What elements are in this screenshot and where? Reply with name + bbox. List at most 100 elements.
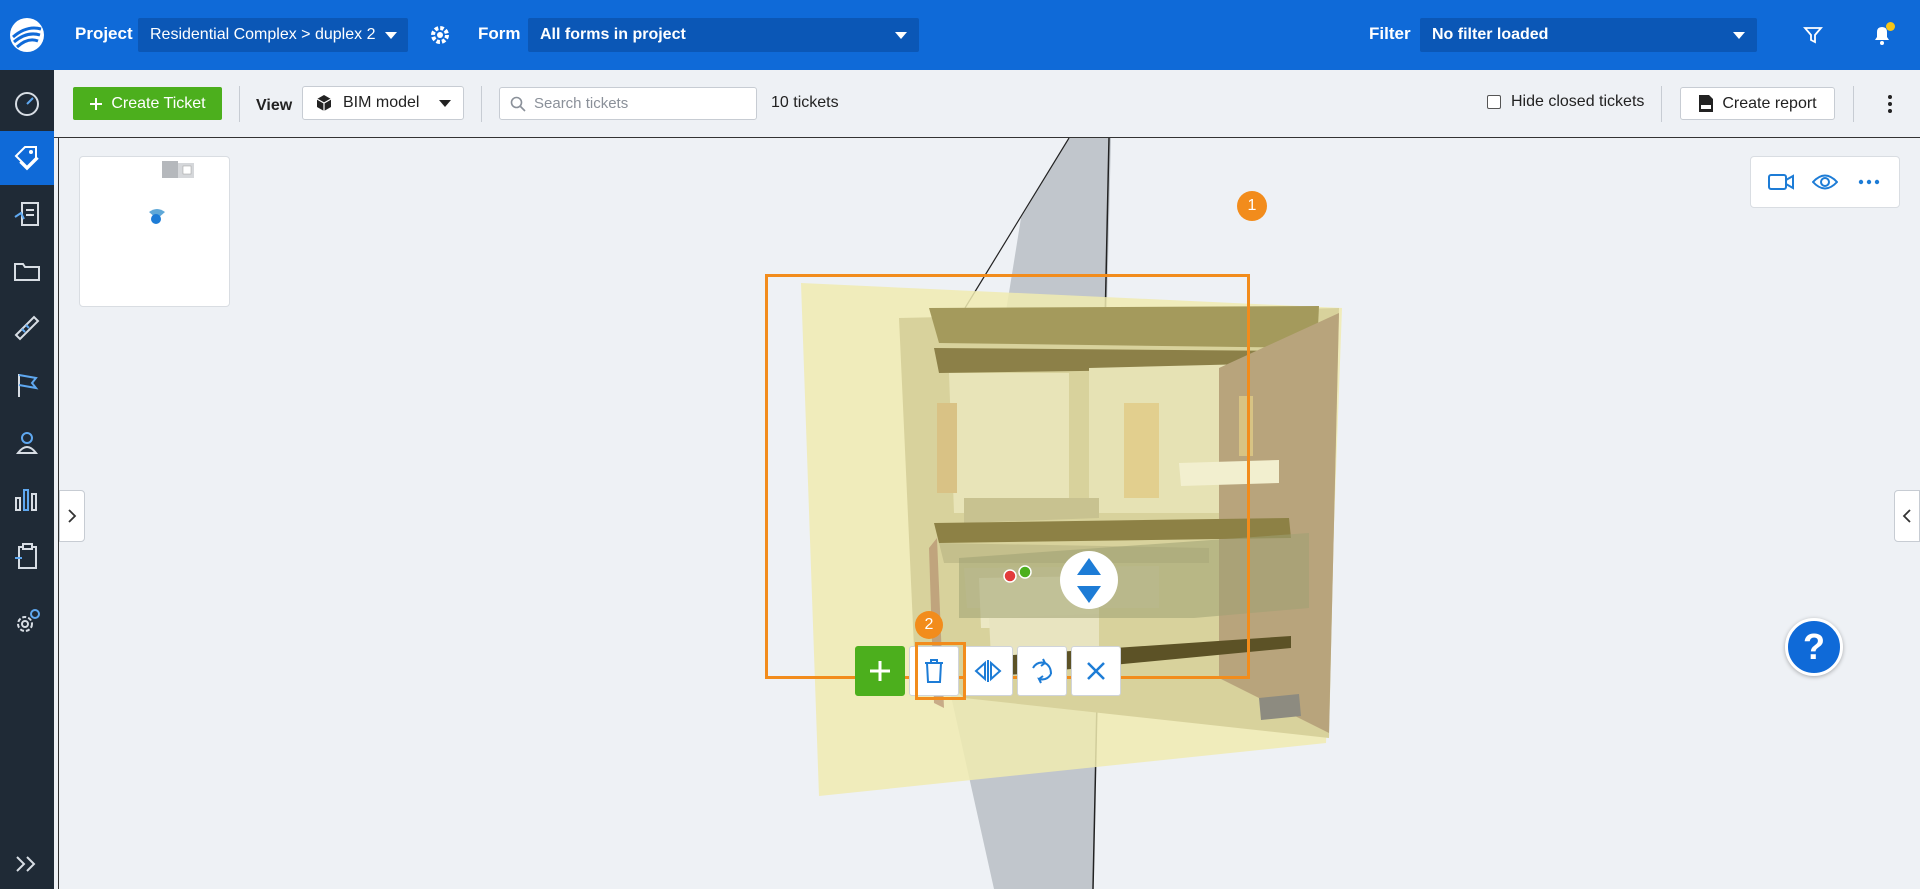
sidebar-item-tickets[interactable] [0,131,54,185]
sidebar-item-forms[interactable] [0,187,54,241]
funnel-icon [1803,27,1823,44]
eye-icon [1812,174,1838,190]
project-settings-button[interactable] [425,20,455,50]
callout-badge-1: 1 [1237,191,1267,221]
section-box-tools [855,646,1121,696]
form-select[interactable]: All forms in project [528,18,919,52]
chevron-left-icon [1902,509,1911,523]
toolbar-divider [239,86,240,122]
create-ticket-button[interactable]: Create Ticket [73,87,222,120]
create-ticket-label: Create Ticket [111,94,206,112]
ticket-count: 10 tickets [771,94,839,111]
notifications-button[interactable] [1867,20,1897,50]
help-button[interactable]: ? [1785,618,1843,676]
chevron-down-icon [439,99,451,107]
sidebar-item-dashboard[interactable] [0,77,54,131]
flip-icon [974,660,1002,682]
camera-button[interactable] [1766,167,1796,197]
reports-icon [15,489,37,511]
sidebar-item-checklists[interactable] [0,529,54,583]
toolbar-divider [1661,86,1662,122]
logo-icon [10,18,44,52]
settings-icon [17,609,40,632]
pdf-file-icon [1699,95,1714,112]
filter-button[interactable] [1798,20,1828,50]
sidebar-item-settings[interactable] [0,594,54,648]
gear-icon [431,26,449,44]
app-logo[interactable] [0,0,54,70]
search-box [499,87,757,120]
filter-label: Filter [1369,24,1411,43]
create-report-button[interactable]: Create report [1680,87,1835,120]
viewer-more-button[interactable] [1854,167,1884,197]
chevron-down-icon [385,31,398,39]
app-root: Project Residential Complex > duplex 2 F… [0,0,1920,889]
callout-highlight-1 [765,274,1250,679]
view-select-value: BIM model [343,94,420,111]
contacts-icon [15,432,39,454]
hide-closed-toggle[interactable]: Hide closed tickets [1487,93,1644,111]
more-horizontal-icon [1858,179,1880,185]
add-section-button[interactable] [855,646,905,696]
plus-icon [90,97,103,110]
forms-icon [14,202,39,226]
kebab-dot [1888,102,1892,106]
filter-select-value: No filter loaded [1432,26,1549,43]
search-icon [510,96,526,112]
close-section-button[interactable] [1071,646,1121,696]
sidebar-item-documents[interactable] [0,244,54,298]
tickets-toolbar: Create Ticket View BIM model 10 tickets … [54,70,1920,138]
viewer-tools [1750,156,1900,208]
left-panel-toggle[interactable] [59,490,85,542]
plus-icon [870,661,890,681]
close-icon [1087,662,1105,680]
checklist-icon [15,543,37,569]
sidebar-expand-button[interactable] [0,839,54,889]
sidebar-item-contacts[interactable] [0,415,54,469]
double-chevron-right-icon [16,856,36,872]
rotate-section-button[interactable] [1017,646,1067,696]
tickets-icon [14,146,39,171]
chevron-down-icon [1733,31,1745,39]
minimap[interactable] [79,156,230,307]
project-select[interactable]: Residential Complex > duplex 2 [138,18,408,52]
hide-closed-checkbox[interactable] [1487,95,1501,109]
dashboard-icon [15,92,39,116]
view-label: View [256,97,293,114]
flip-section-button[interactable] [963,646,1013,696]
chevron-down-icon [895,31,907,39]
right-panel-toggle[interactable] [1894,490,1920,542]
visibility-button[interactable] [1810,167,1840,197]
notification-dot [1886,22,1895,31]
create-report-label: Create report [1722,94,1817,112]
rotate-icon [1032,658,1052,684]
more-options-button[interactable] [1880,92,1900,116]
hide-closed-label: Hide closed tickets [1511,93,1645,110]
sidebar-item-reports[interactable] [0,472,54,526]
sidebar-item-measure[interactable] [0,301,54,355]
project-label: Project [75,24,133,43]
chevron-right-icon [68,509,77,523]
sidebar-item-milestones[interactable] [0,358,54,412]
filter-select[interactable]: No filter loaded [1420,18,1757,52]
form-select-value: All forms in project [540,26,686,43]
measure-icon [14,315,40,341]
toolbar-divider [481,86,482,122]
kebab-dot [1888,95,1892,99]
form-label: Form [478,24,521,43]
callout-highlight-2 [915,642,966,700]
video-camera-icon [1768,174,1794,190]
top-bar: Project Residential Complex > duplex 2 F… [54,0,1920,70]
search-input[interactable] [534,95,734,112]
folder-icon [14,263,40,281]
minimap-canvas [149,161,194,224]
milestone-flag-icon [18,374,39,397]
kebab-dot [1888,109,1892,113]
bim-viewer[interactable]: 1 2 [58,138,1920,889]
project-select-value: Residential Complex > duplex 2 [150,26,376,43]
view-select[interactable]: BIM model [302,86,464,120]
left-sidebar [0,0,54,889]
toolbar-divider [1853,86,1854,122]
callout-badge-2: 2 [915,611,943,639]
cube-icon [316,95,332,111]
